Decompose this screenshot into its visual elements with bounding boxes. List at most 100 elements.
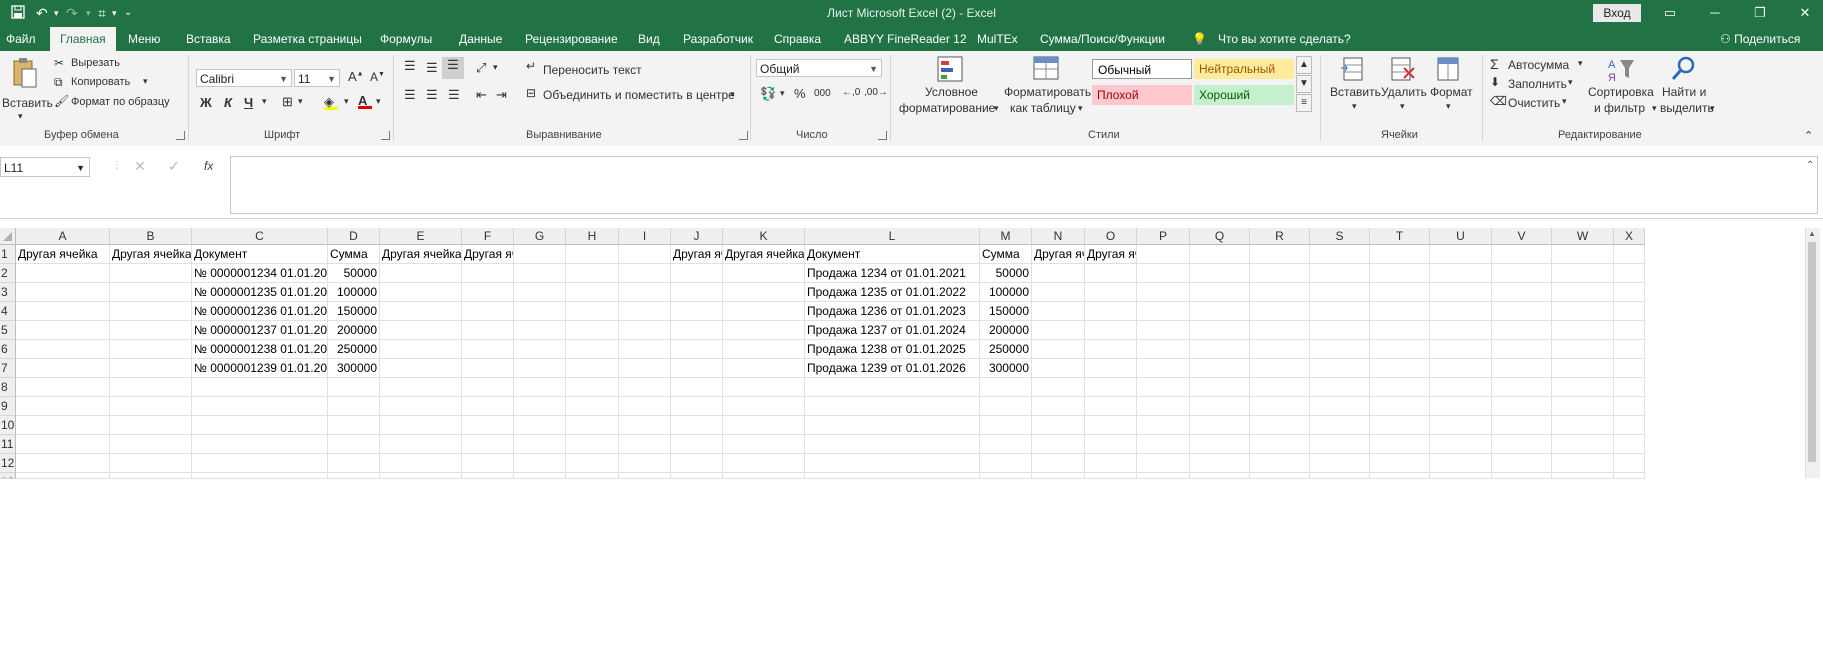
cell-r7[interactable] [1250,359,1310,378]
cell-m4[interactable]: 150000 [980,302,1032,321]
cell-s1[interactable] [1310,245,1370,264]
cell-l2[interactable]: Продажа 1234 от 01.01.2021 [805,264,980,283]
cell-o1[interactable]: Другая ячейка [1085,245,1137,264]
paste-icon[interactable] [12,57,38,88]
cell-v4[interactable] [1492,302,1552,321]
cell-l12[interactable] [805,454,980,473]
cell-d9[interactable] [328,397,380,416]
cell-c5[interactable]: № 0000001237 01.01.2021 [192,321,328,340]
cell-t7[interactable] [1370,359,1430,378]
cell-g6[interactable] [514,340,566,359]
cell-r11[interactable] [1250,435,1310,454]
cell-f10[interactable] [462,416,514,435]
cell-b1[interactable]: Другая ячейка [110,245,192,264]
cell-h12[interactable] [566,454,619,473]
cell-e8[interactable] [380,378,462,397]
column-header-l[interactable]: L [805,228,980,245]
cell-s13[interactable] [1310,473,1370,479]
cell-r5[interactable] [1250,321,1310,340]
cell-j4[interactable] [671,302,723,321]
italic-button[interactable]: К [224,95,232,110]
cell-x5[interactable] [1614,321,1645,340]
alignment-launcher-icon[interactable] [739,131,748,140]
cell-l7[interactable]: Продажа 1239 от 01.01.2026 [805,359,980,378]
cell-t1[interactable] [1370,245,1430,264]
cell-f7[interactable] [462,359,514,378]
style-good[interactable]: Хороший [1194,85,1294,105]
cell-r10[interactable] [1250,416,1310,435]
cell-h5[interactable] [566,321,619,340]
sort-filter-button[interactable]: Сортировка [1588,85,1654,99]
font-size-select[interactable]: 11 ▼ [294,69,340,87]
cell-a10[interactable] [16,416,110,435]
cell-j10[interactable] [671,416,723,435]
cell-w1[interactable] [1552,245,1614,264]
format-painter-button[interactable]: Формат по образцу [71,96,170,108]
tab-home[interactable]: Главная [50,27,116,51]
cell-c3[interactable]: № 0000001235 01.01.2021 [192,283,328,302]
paste-dropdown-icon[interactable]: ▾ [18,111,23,122]
decrease-indent-icon[interactable]: ⇤ [476,87,487,103]
find-dropdown-icon[interactable]: ▾ [1710,103,1715,114]
cell-u1[interactable] [1430,245,1492,264]
cell-k13[interactable] [723,473,805,479]
cell-w5[interactable] [1552,321,1614,340]
insert-cells-button[interactable]: Вставить [1330,85,1381,99]
format-painter-icon[interactable]: 🖌 [54,94,69,108]
cell-f12[interactable] [462,454,514,473]
cell-p3[interactable] [1137,283,1190,302]
align-center-icon[interactable]: ☰ [426,87,438,103]
cell-e5[interactable] [380,321,462,340]
cell-c13[interactable] [192,473,328,479]
cell-u11[interactable] [1430,435,1492,454]
cell-d12[interactable] [328,454,380,473]
cell-b13[interactable] [110,473,192,479]
insert-function-icon[interactable]: fx [204,159,213,173]
tell-me-search[interactable]: Что вы хотите сделать? [1218,27,1351,51]
cell-b8[interactable] [110,378,192,397]
cell-h6[interactable] [566,340,619,359]
cell-l9[interactable] [805,397,980,416]
cell-e4[interactable] [380,302,462,321]
cell-w8[interactable] [1552,378,1614,397]
cell-u8[interactable] [1430,378,1492,397]
cell-u9[interactable] [1430,397,1492,416]
tab-formulas[interactable]: Формулы [380,27,432,51]
cell-w6[interactable] [1552,340,1614,359]
cell-a11[interactable] [16,435,110,454]
cell-h2[interactable] [566,264,619,283]
cell-e3[interactable] [380,283,462,302]
format-cells-icon[interactable] [1436,56,1462,82]
format-icon[interactable]: ⌗ [98,4,106,22]
cell-p4[interactable] [1137,302,1190,321]
cell-g1[interactable] [514,245,566,264]
scroll-thumb[interactable] [1808,242,1816,462]
cell-f11[interactable] [462,435,514,454]
fill-color-icon[interactable]: ◈ [324,94,338,110]
cell-n7[interactable] [1032,359,1085,378]
tab-multex[interactable]: MulTEx [977,27,1018,51]
cell-k4[interactable] [723,302,805,321]
copy-button[interactable]: Копировать [71,76,130,88]
cell-d8[interactable] [328,378,380,397]
cell-u2[interactable] [1430,264,1492,283]
minimize-icon[interactable]: ─ [1700,2,1730,24]
increase-indent-icon[interactable]: ⇥ [496,87,507,103]
column-header-o[interactable]: O [1085,228,1137,245]
column-header-w[interactable]: W [1552,228,1614,245]
find-select-button[interactable]: Найти и [1662,85,1706,99]
cell-j8[interactable] [671,378,723,397]
cell-q9[interactable] [1190,397,1250,416]
cell-b5[interactable] [110,321,192,340]
font-color-dropdown-icon[interactable]: ▾ [376,96,381,107]
cell-a13[interactable] [16,473,110,479]
cell-a9[interactable] [16,397,110,416]
tab-menu[interactable]: Меню [128,27,160,51]
cell-d6[interactable]: 250000 [328,340,380,359]
column-header-n[interactable]: N [1032,228,1085,245]
row-header-5[interactable]: 5 [0,321,16,340]
cell-i6[interactable] [619,340,671,359]
cell-j1[interactable]: Другая яч [671,245,723,264]
wrap-text-icon[interactable]: ↵ [526,59,536,73]
cell-m3[interactable]: 100000 [980,283,1032,302]
